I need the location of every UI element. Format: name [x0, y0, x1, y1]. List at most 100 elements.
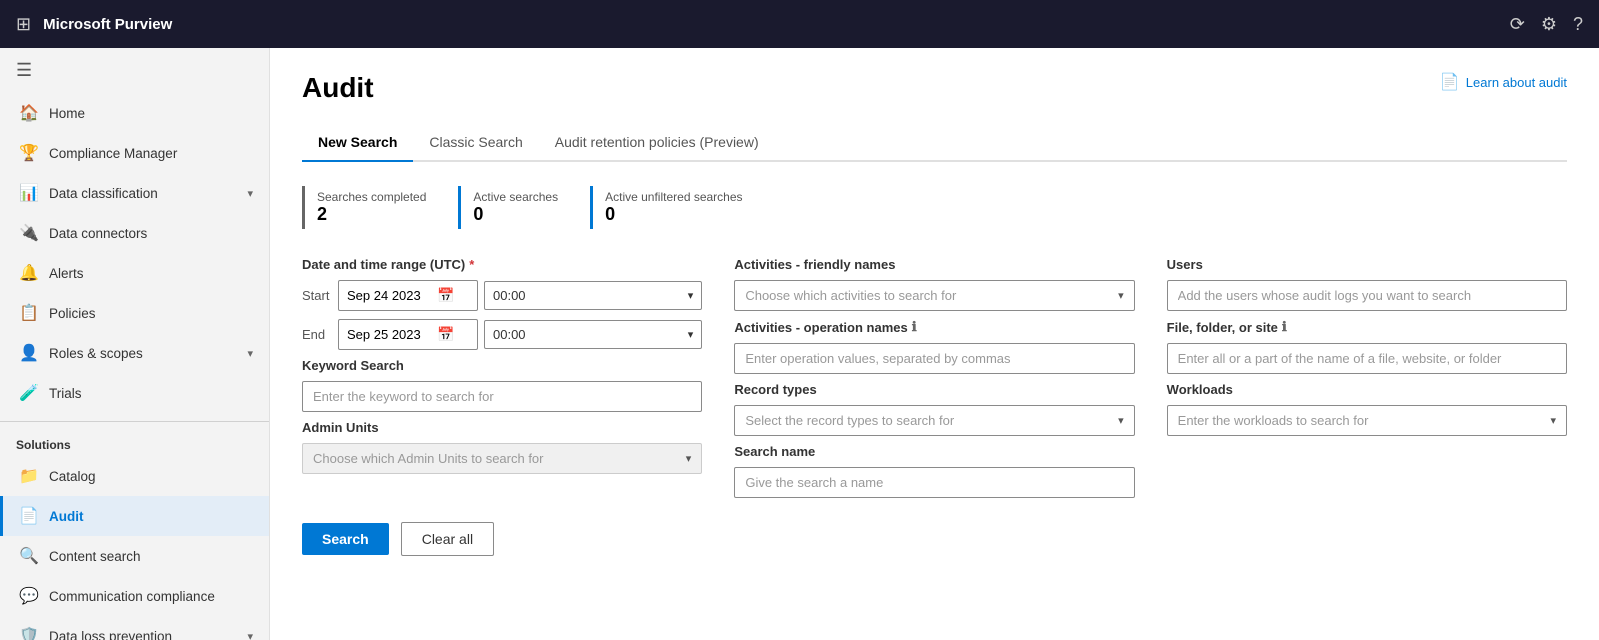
sidebar-item-audit[interactable]: 📄 Audit	[0, 496, 269, 536]
learn-about-audit-link[interactable]: 📄 Learn about audit	[1440, 72, 1567, 92]
start-date-input[interactable]	[347, 288, 437, 303]
sidebar-item-label: Trials	[49, 386, 82, 401]
stat-searches-completed: Searches completed 2	[302, 186, 458, 229]
stat-label: Active unfiltered searches	[605, 190, 742, 204]
page-title: Audit	[302, 72, 374, 104]
search-name-input[interactable]	[734, 467, 1134, 498]
workloads-select[interactable]: Enter the workloads to search for ▾	[1167, 405, 1567, 436]
sidebar-item-label: Data connectors	[49, 226, 147, 241]
record-types-select[interactable]: Select the record types to search for ▾	[734, 405, 1134, 436]
learn-link-text: Learn about audit	[1466, 75, 1567, 90]
help-icon[interactable]: ?	[1573, 14, 1583, 35]
sidebar-item-data-classification[interactable]: 📊 Data classification ▾	[0, 173, 269, 213]
users-label: Users	[1167, 257, 1567, 272]
end-date-input[interactable]	[347, 327, 437, 342]
file-folder-input[interactable]	[1167, 343, 1567, 374]
search-name-label: Search name	[734, 444, 1134, 459]
sidebar-item-communication-compliance[interactable]: 💬 Communication compliance	[0, 576, 269, 616]
main-layout: ☰ 🏠 Home 🏆 Compliance Manager 📊 Data cla…	[0, 48, 1599, 640]
admin-units-select[interactable]: Choose which Admin Units to search for ▾	[302, 443, 702, 474]
record-types-placeholder: Select the record types to search for	[745, 413, 954, 428]
stat-value: 2	[317, 204, 426, 225]
clear-all-button[interactable]: Clear all	[401, 522, 494, 556]
sidebar-item-label: Policies	[49, 306, 96, 321]
users-section: Users File, folder, or site ℹ Workloads …	[1167, 257, 1567, 498]
classification-icon: 📊	[19, 183, 39, 203]
sidebar-item-trials[interactable]: 🧪 Trials	[0, 373, 269, 413]
activities-operation-input[interactable]	[734, 343, 1134, 374]
compliance-icon: 🏆	[19, 143, 39, 163]
activities-friendly-placeholder: Choose which activities to search for	[745, 288, 956, 303]
chevron-down-icon: ▾	[247, 630, 253, 640]
sidebar-item-label: Alerts	[49, 266, 84, 281]
start-time-select[interactable]: 00:00 ▾	[484, 281, 702, 310]
sidebar-item-label: Roles & scopes	[49, 346, 143, 361]
topbar-icons: ⟳ ⚙ ?	[1510, 14, 1583, 35]
solutions-label: Solutions	[0, 430, 269, 456]
record-types-label: Record types	[734, 382, 1134, 397]
sidebar-item-label: Data classification	[49, 186, 158, 201]
date-range-inputs: Start 📅 00:00 ▾ End	[302, 280, 702, 350]
sidebar-divider	[0, 421, 269, 422]
connectors-icon: 🔌	[19, 223, 39, 243]
users-input[interactable]	[1167, 280, 1567, 311]
sidebar-item-home[interactable]: 🏠 Home	[0, 93, 269, 133]
start-date-wrapper[interactable]: 📅	[338, 280, 478, 311]
catalog-icon: 📁	[19, 466, 39, 486]
info-icon: ℹ	[912, 319, 917, 335]
sidebar-item-label: Compliance Manager	[49, 146, 177, 161]
activities-friendly-label: Activities - friendly names	[734, 257, 1134, 272]
grid-icon[interactable]: ⊞	[16, 14, 31, 35]
settings-icon[interactable]: ⚙	[1541, 14, 1557, 35]
page-header: Audit 📄 Learn about audit	[302, 72, 1567, 104]
app-title: Microsoft Purview	[43, 16, 172, 33]
end-date-row: End 📅 00:00 ▾	[302, 319, 702, 350]
date-range-label: Date and time range (UTC) *	[302, 257, 702, 272]
calendar-icon[interactable]: 📅	[437, 326, 454, 343]
home-icon: 🏠	[19, 103, 39, 123]
hamburger-button[interactable]: ☰	[0, 48, 269, 93]
roles-icon: 👤	[19, 343, 39, 363]
stat-active-searches: Active searches 0	[458, 186, 590, 229]
sidebar: ☰ 🏠 Home 🏆 Compliance Manager 📊 Data cla…	[0, 48, 270, 640]
activities-friendly-select[interactable]: Choose which activities to search for ▾	[734, 280, 1134, 311]
policies-icon: 📋	[19, 303, 39, 323]
sidebar-item-compliance-manager[interactable]: 🏆 Compliance Manager	[0, 133, 269, 173]
chevron-down-icon: ▾	[247, 347, 253, 360]
sidebar-item-label: Catalog	[49, 469, 96, 484]
sidebar-item-content-search[interactable]: 🔍 Content search	[0, 536, 269, 576]
tab-classic-search[interactable]: Classic Search	[413, 124, 538, 162]
info-icon: ℹ	[1282, 319, 1287, 335]
calendar-icon[interactable]: 📅	[437, 287, 454, 304]
sidebar-item-catalog[interactable]: 📁 Catalog	[0, 456, 269, 496]
keyword-search-input[interactable]	[302, 381, 702, 412]
trials-icon: 🧪	[19, 383, 39, 403]
stat-label: Active searches	[473, 190, 558, 204]
topbar-left: ⊞ Microsoft Purview	[16, 14, 1510, 35]
sidebar-item-roles-scopes[interactable]: 👤 Roles & scopes ▾	[0, 333, 269, 373]
share-icon[interactable]: ⟳	[1510, 14, 1525, 35]
tab-audit-retention[interactable]: Audit retention policies (Preview)	[539, 124, 775, 162]
chevron-down-icon: ▾	[688, 289, 694, 302]
search-button[interactable]: Search	[302, 523, 389, 555]
chevron-down-icon: ▾	[1550, 414, 1556, 427]
activities-operation-label: Activities - operation names ℹ	[734, 319, 1134, 335]
stat-value: 0	[605, 204, 742, 225]
sidebar-item-policies[interactable]: 📋 Policies	[0, 293, 269, 333]
stat-active-unfiltered: Active unfiltered searches 0	[590, 186, 774, 229]
tab-new-search[interactable]: New Search	[302, 124, 413, 162]
sidebar-item-alerts[interactable]: 🔔 Alerts	[0, 253, 269, 293]
sidebar-item-label: Content search	[49, 549, 141, 564]
start-date-row: Start 📅 00:00 ▾	[302, 280, 702, 311]
sidebar-item-data-connectors[interactable]: 🔌 Data connectors	[0, 213, 269, 253]
sidebar-item-label: Data loss prevention	[49, 629, 172, 640]
stats-bar: Searches completed 2 Active searches 0 A…	[302, 186, 1567, 229]
chevron-down-icon: ▾	[1118, 289, 1124, 302]
end-time-select[interactable]: 00:00 ▾	[484, 320, 702, 349]
alerts-icon: 🔔	[19, 263, 39, 283]
end-label: End	[302, 327, 332, 342]
sidebar-item-data-loss-prevention[interactable]: 🛡️ Data loss prevention ▾	[0, 616, 269, 640]
workloads-placeholder: Enter the workloads to search for	[1178, 413, 1369, 428]
end-date-wrapper[interactable]: 📅	[338, 319, 478, 350]
chevron-down-icon: ▾	[247, 187, 253, 200]
